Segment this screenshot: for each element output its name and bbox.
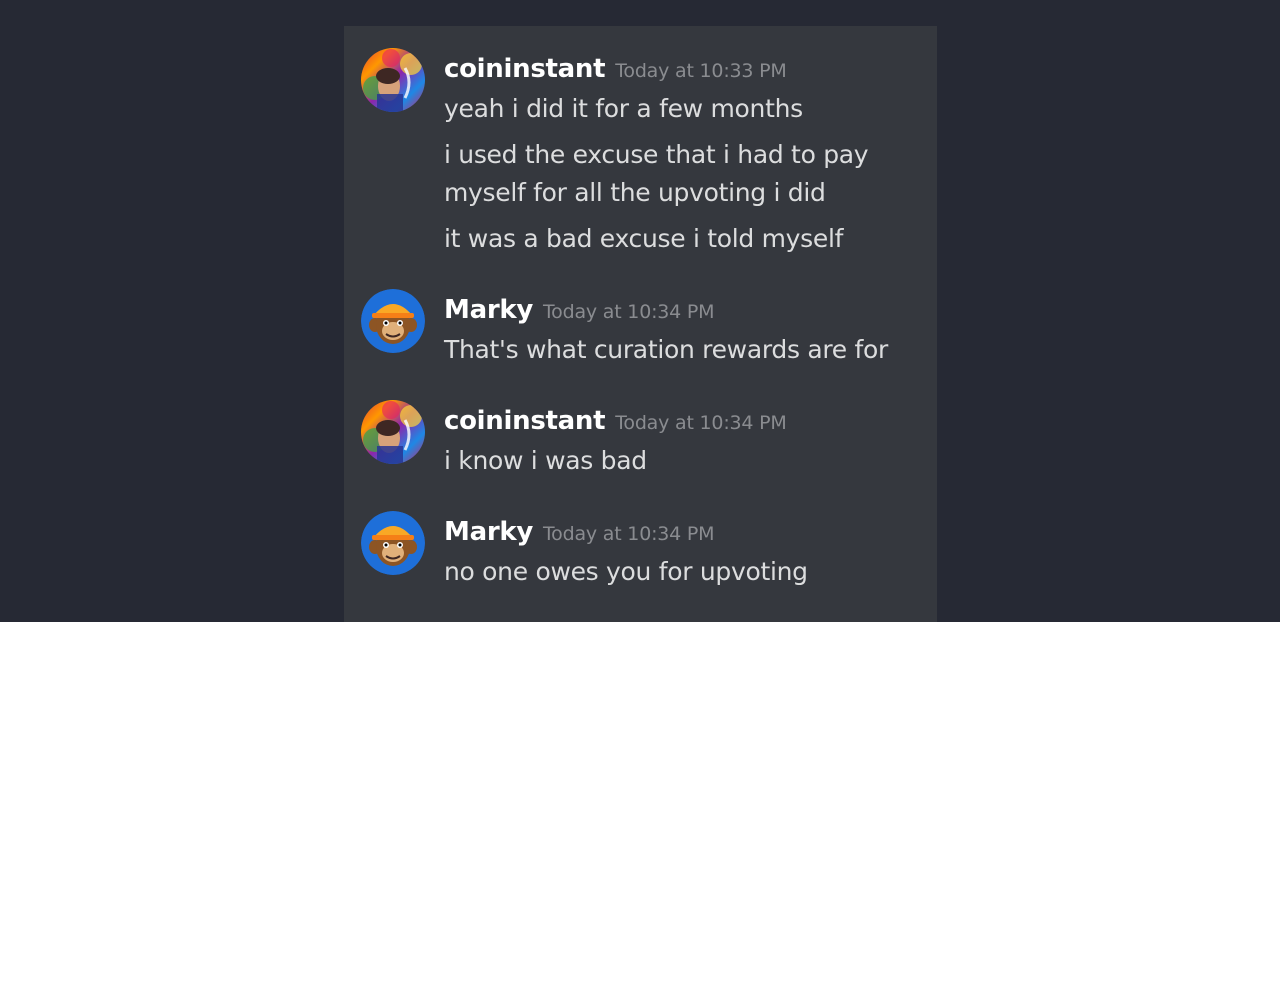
message-header: Marky Today at 10:34 PM [444,511,921,553]
message-timestamp: Today at 10:33 PM [615,60,787,82]
message-timestamp: Today at 10:34 PM [615,412,787,434]
username[interactable]: coininstant [444,54,606,84]
message-timestamp: Today at 10:34 PM [542,523,715,545]
message-text: i used the excuse that i had to pay myse… [444,140,869,207]
message-group: Marky Today at 10:34 PM That's what curat… [361,289,921,379]
chat-message-list: coininstant Today at 10:33 PM yeah i did … [344,26,937,622]
username[interactable]: Marky [444,517,533,547]
message-group: Marky Today at 10:34 PM no one owes you f… [361,511,921,601]
message-body: Marky Today at 10:34 PM no one owes you f… [444,511,921,591]
message-header: coininstant Today at 10:33 PM [444,48,921,90]
rainbow-portrait-avatar-icon[interactable] [361,400,425,464]
message-text: it was a bad excuse i told myself [444,224,844,253]
message-text: no one owes you for upvoting [444,557,808,586]
username[interactable]: coininstant [444,406,606,436]
message-timestamp: Today at 10:34 PM [542,301,715,323]
username[interactable]: Marky [444,295,533,325]
message-text: That's what curation rewards are for [444,335,888,364]
rainbow-portrait-avatar-icon[interactable] [361,48,425,112]
monkey-hardhat-avatar-icon[interactable] [361,289,425,353]
message-header: coininstant Today at 10:34 PM [444,400,921,442]
message-text: yeah i did it for a few months [444,94,803,123]
monkey-hardhat-avatar-icon[interactable] [361,511,425,575]
message-body: coininstant Today at 10:34 PM i know i wa… [444,400,921,480]
message-group: coininstant Today at 10:33 PM yeah i did … [361,48,921,288]
message-text: i know i was bad [444,446,647,475]
message-body: Marky Today at 10:34 PM That's what curat… [444,289,921,369]
message-group: coininstant Today at 10:34 PM i know i wa… [361,400,921,490]
message-header: Marky Today at 10:34 PM [444,289,921,331]
message-body: coininstant Today at 10:33 PM yeah i did … [444,48,921,258]
